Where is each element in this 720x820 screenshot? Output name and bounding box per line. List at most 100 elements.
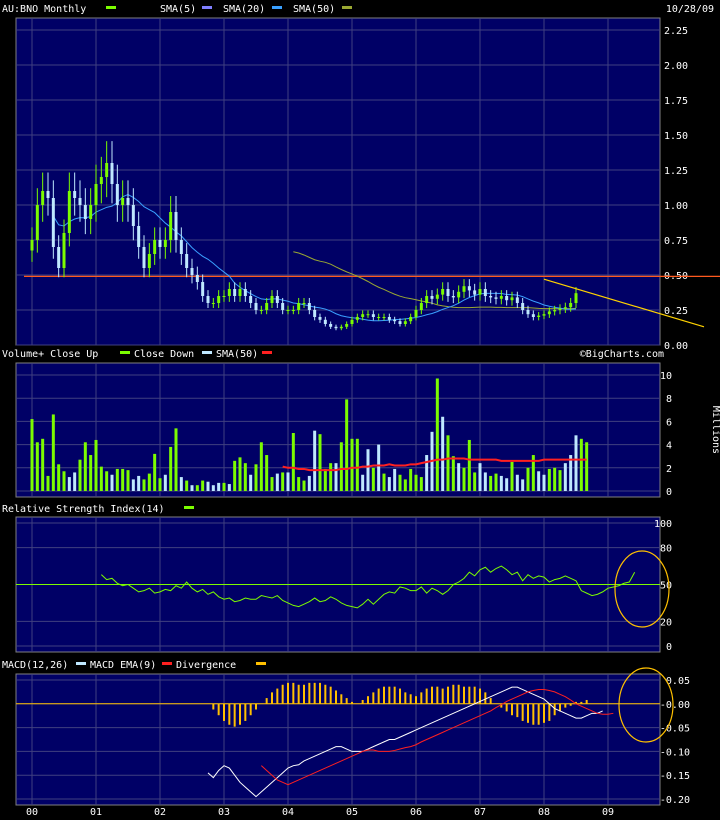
- candle-body: [153, 240, 157, 254]
- candle-body: [430, 296, 434, 299]
- volume-bar: [403, 479, 407, 491]
- volume-bar: [313, 430, 317, 491]
- candle-body: [137, 226, 141, 247]
- divergence-bar: [548, 703, 551, 721]
- divergence-bar: [351, 701, 353, 704]
- candle-body: [467, 286, 471, 291]
- divergence-bar: [431, 686, 433, 704]
- candle-body: [174, 212, 178, 240]
- candle-body: [62, 233, 66, 268]
- price-ytick-label: 1.50: [664, 131, 688, 142]
- divergence-bar: [383, 686, 385, 704]
- volume-bar: [489, 475, 493, 491]
- divergence-bar: [425, 688, 428, 704]
- volume-bar: [169, 446, 173, 491]
- divergence-bar: [553, 703, 556, 716]
- price-ytick-label: 1.25: [664, 166, 688, 177]
- divergence-bar: [255, 703, 257, 710]
- candle-body: [94, 184, 98, 205]
- candle-body: [489, 296, 493, 298]
- candle-body: [483, 289, 487, 296]
- candle-body: [67, 191, 71, 233]
- candle-body: [574, 293, 578, 303]
- candle-body: [222, 296, 226, 297]
- candle-body: [446, 289, 450, 296]
- volume-bar: [137, 475, 141, 491]
- divergence-bar: [521, 703, 524, 721]
- divergence-bar: [527, 703, 529, 723]
- volume-bar: [425, 455, 429, 491]
- divergence-bar: [281, 684, 284, 704]
- divergence-bar: [313, 682, 316, 704]
- divergence-bar: [409, 694, 412, 704]
- volume-bar: [142, 479, 146, 491]
- candle-body: [515, 297, 519, 303]
- volume-bar: [371, 467, 375, 491]
- volume-bar: [174, 428, 178, 491]
- divergence-bar: [367, 696, 369, 704]
- price-ytick-label: 2.25: [664, 26, 688, 37]
- candle-body: [110, 163, 114, 184]
- divergence-bar: [420, 692, 423, 704]
- candle-body: [211, 303, 215, 304]
- candle-body: [329, 324, 333, 327]
- x-tick-label: 04: [282, 807, 294, 818]
- candle-body: [361, 314, 365, 317]
- volume-bar: [233, 460, 237, 491]
- volume-bar: [217, 482, 221, 491]
- rsi-ytick-label: 50: [660, 581, 672, 592]
- volume-bar: [222, 482, 226, 491]
- volume-bar: [147, 473, 151, 491]
- volume-ytick-label: 10: [660, 371, 672, 382]
- divergence-bar: [415, 696, 417, 704]
- divergence-bar: [404, 692, 407, 704]
- volume-bar: [585, 442, 589, 491]
- volume-bar: [318, 434, 322, 491]
- volume-bar: [323, 468, 327, 491]
- volume-bar: [494, 473, 498, 491]
- candle-body: [275, 296, 279, 303]
- candle-body: [462, 286, 466, 292]
- candle-body: [473, 290, 477, 295]
- legend-swatch-sma20: [272, 6, 282, 9]
- volume-bar: [553, 467, 557, 491]
- candle-body: [499, 296, 503, 299]
- divergence-bar: [233, 703, 236, 727]
- candle-body: [526, 310, 530, 315]
- volume-bar: [238, 457, 242, 491]
- divergence-bar: [228, 703, 231, 725]
- volume-bar: [355, 438, 359, 491]
- volume-bar: [35, 442, 39, 491]
- candle-body: [46, 191, 50, 198]
- volume-bar: [67, 477, 71, 491]
- x-tick-label: 01: [90, 807, 102, 818]
- rsi-ytick-label: 20: [660, 617, 672, 628]
- volume-bar: [366, 449, 370, 491]
- price-ytick-label: 1.75: [664, 96, 688, 107]
- volume-ytick-label: 4: [666, 441, 672, 452]
- volume-bar: [414, 474, 418, 491]
- candle-body: [382, 317, 386, 318]
- volume-bar: [515, 474, 519, 491]
- divergence-bar: [457, 684, 460, 704]
- candle-body: [238, 289, 242, 296]
- candle-body: [409, 317, 413, 322]
- volume-bar: [73, 472, 77, 491]
- candle-body: [185, 254, 189, 268]
- volume-bar: [62, 471, 66, 491]
- volume-bar: [83, 442, 87, 491]
- volume-bar: [46, 475, 50, 491]
- volume-bar: [441, 416, 445, 491]
- candle-body: [339, 326, 343, 329]
- legend-rsi-label: Relative Strength Index(14): [2, 504, 165, 515]
- candle-body: [318, 317, 322, 320]
- candle-body: [89, 205, 93, 219]
- price-ytick-label: 1.00: [664, 201, 688, 212]
- volume-bar: [467, 439, 471, 491]
- volume-bar: [307, 475, 311, 491]
- legend-swatch-divergence: [256, 662, 266, 665]
- chart-svg: 2.252.001.751.501.251.000.750.500.250.00…: [2, 4, 720, 818]
- divergence-bar: [436, 686, 439, 704]
- volume-bar: [105, 471, 109, 491]
- candle-body: [233, 289, 237, 296]
